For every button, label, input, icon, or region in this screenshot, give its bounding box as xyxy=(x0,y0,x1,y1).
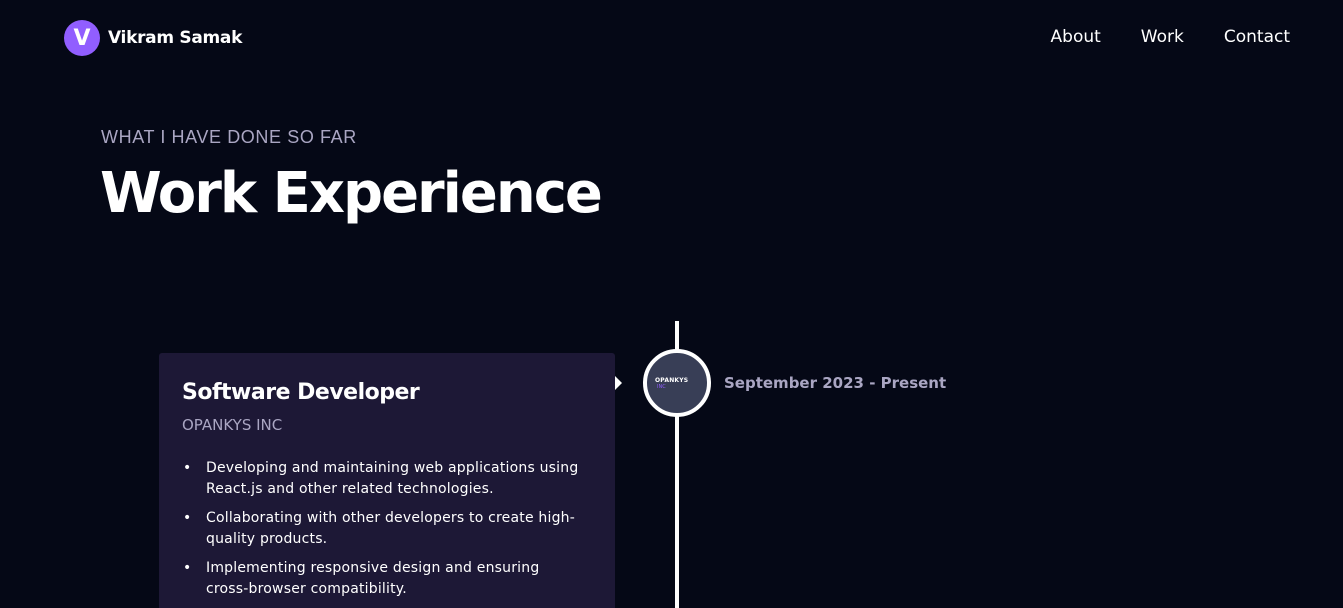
timeline-icon: OPANKYS INC xyxy=(643,349,711,417)
experience-point-text: Collaborating with other developers to c… xyxy=(206,510,575,547)
logo-icon: V xyxy=(64,20,100,56)
brand-link[interactable]: V Vikram Samak xyxy=(64,20,242,56)
page: V Vikram Samak About Work Contact WHAT I… xyxy=(0,0,1343,608)
experience-date: September 2023 - Present xyxy=(724,374,947,392)
job-title: Software Developer xyxy=(182,380,420,405)
company-name: OPANKYS INC xyxy=(182,416,283,434)
experience-point-text: Implementing responsive design and ensur… xyxy=(206,560,540,597)
brand-name: Vikram Samak xyxy=(108,28,243,48)
navbar: V Vikram Samak About Work Contact xyxy=(0,0,1343,78)
section-title: Work Experience xyxy=(100,161,603,226)
section-subtitle: WHAT I HAVE DONE SO FAR xyxy=(101,127,357,147)
nav-link-contact[interactable]: Contact xyxy=(1224,27,1290,47)
bullet-icon: • xyxy=(183,560,192,576)
bullet-icon: • xyxy=(183,510,192,526)
experience-point: • Collaborating with other developers to … xyxy=(182,508,582,550)
experience-card: Software Developer OPANKYS INC • Developi… xyxy=(159,353,615,608)
experience-point-text: Developing and maintaining web applicati… xyxy=(206,460,579,497)
nav-link-about[interactable]: About xyxy=(1051,27,1101,47)
company-logo: OPANKYS INC xyxy=(655,372,699,394)
experience-points: • Developing and maintaining web applicat… xyxy=(182,458,582,608)
company-logo-line1: OPANKYS xyxy=(655,376,689,384)
company-logo-line2: INC xyxy=(657,383,666,390)
bullet-icon: • xyxy=(183,460,192,476)
card-arrow-icon xyxy=(615,376,622,390)
experience-point: • Implementing responsive design and ensu… xyxy=(182,558,582,600)
nav-links: About Work Contact xyxy=(1051,27,1290,47)
experience-point: • Developing and maintaining web applicat… xyxy=(182,458,582,500)
nav-link-work[interactable]: Work xyxy=(1141,27,1184,47)
